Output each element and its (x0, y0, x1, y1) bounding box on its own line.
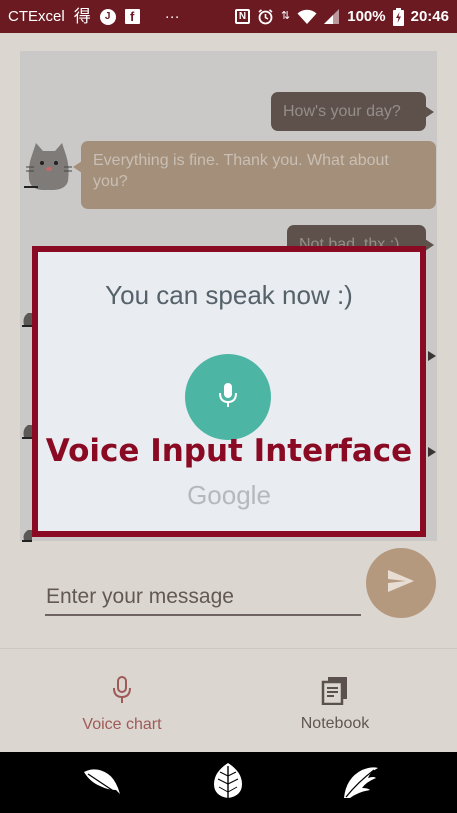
nfc-icon: N (235, 9, 251, 24)
wifi-icon (297, 9, 317, 25)
chinese-char-icon: 得 (73, 7, 91, 26)
system-back-button[interactable] (82, 764, 122, 804)
cat-avatar (22, 529, 32, 547)
send-button[interactable] (366, 548, 436, 618)
alarm-icon (257, 8, 274, 25)
message-text: How's your day? (283, 103, 401, 120)
battery-percent: 100% (347, 8, 386, 25)
message-bubble-outgoing: How's your day? (271, 92, 434, 131)
system-nav-bar (0, 752, 457, 813)
carrier-name: CTExcel (8, 8, 65, 25)
message-bubble-incoming: Everything is fine. Thank you. What abou… (73, 141, 436, 209)
system-recent-button[interactable] (340, 764, 380, 804)
status-right: N ⇅ 100% 20:46 (235, 7, 449, 26)
nav-notebook-label: Notebook (300, 715, 370, 732)
voice-input-dialog: You can speak now :) Voice Input Interfa… (32, 246, 426, 537)
leaf-icon (212, 762, 244, 807)
cat-avatar (22, 425, 32, 444)
nav-notebook[interactable]: Notebook (255, 675, 415, 733)
clock-time: 20:46 (410, 8, 449, 25)
battery-charging-icon (392, 7, 404, 26)
message-input[interactable] (45, 580, 361, 616)
more-notifications-icon: ··· (164, 8, 180, 25)
notebook-icon (321, 675, 349, 709)
wing-icon (340, 764, 380, 805)
speak-prompt: You can speak now :) (105, 280, 353, 310)
mic-button[interactable] (185, 354, 271, 440)
google-brand: Google (187, 480, 271, 510)
data-arrows-icon: ⇅ (281, 10, 291, 22)
status-left: CTExcel 得 J f ··· (8, 8, 180, 25)
status-bar: CTExcel 得 J f ··· N ⇅ 100% 20:46 (0, 0, 457, 33)
nav-voice-chart-label: Voice chart (82, 716, 162, 733)
message-text: Everything is fine. Thank you. What abou… (93, 152, 389, 190)
notification-app-icon: J (99, 8, 116, 25)
bottom-nav: Voice chart Notebook (0, 648, 457, 752)
send-arrow-icon (387, 569, 415, 598)
signal-icon (324, 9, 340, 24)
bubble-tail (428, 447, 436, 457)
bubble-tail (428, 351, 436, 361)
system-home-button[interactable] (208, 762, 248, 807)
microphone-icon (218, 380, 238, 415)
cat-avatar (24, 141, 74, 198)
voice-input-caption: Voice Input Interface (45, 433, 413, 469)
microphone-icon (111, 675, 133, 710)
facebook-icon: f (124, 9, 140, 24)
cat-avatar (22, 313, 32, 332)
nav-voice-chart[interactable]: Voice chart (42, 675, 202, 734)
feather-icon (82, 766, 122, 803)
